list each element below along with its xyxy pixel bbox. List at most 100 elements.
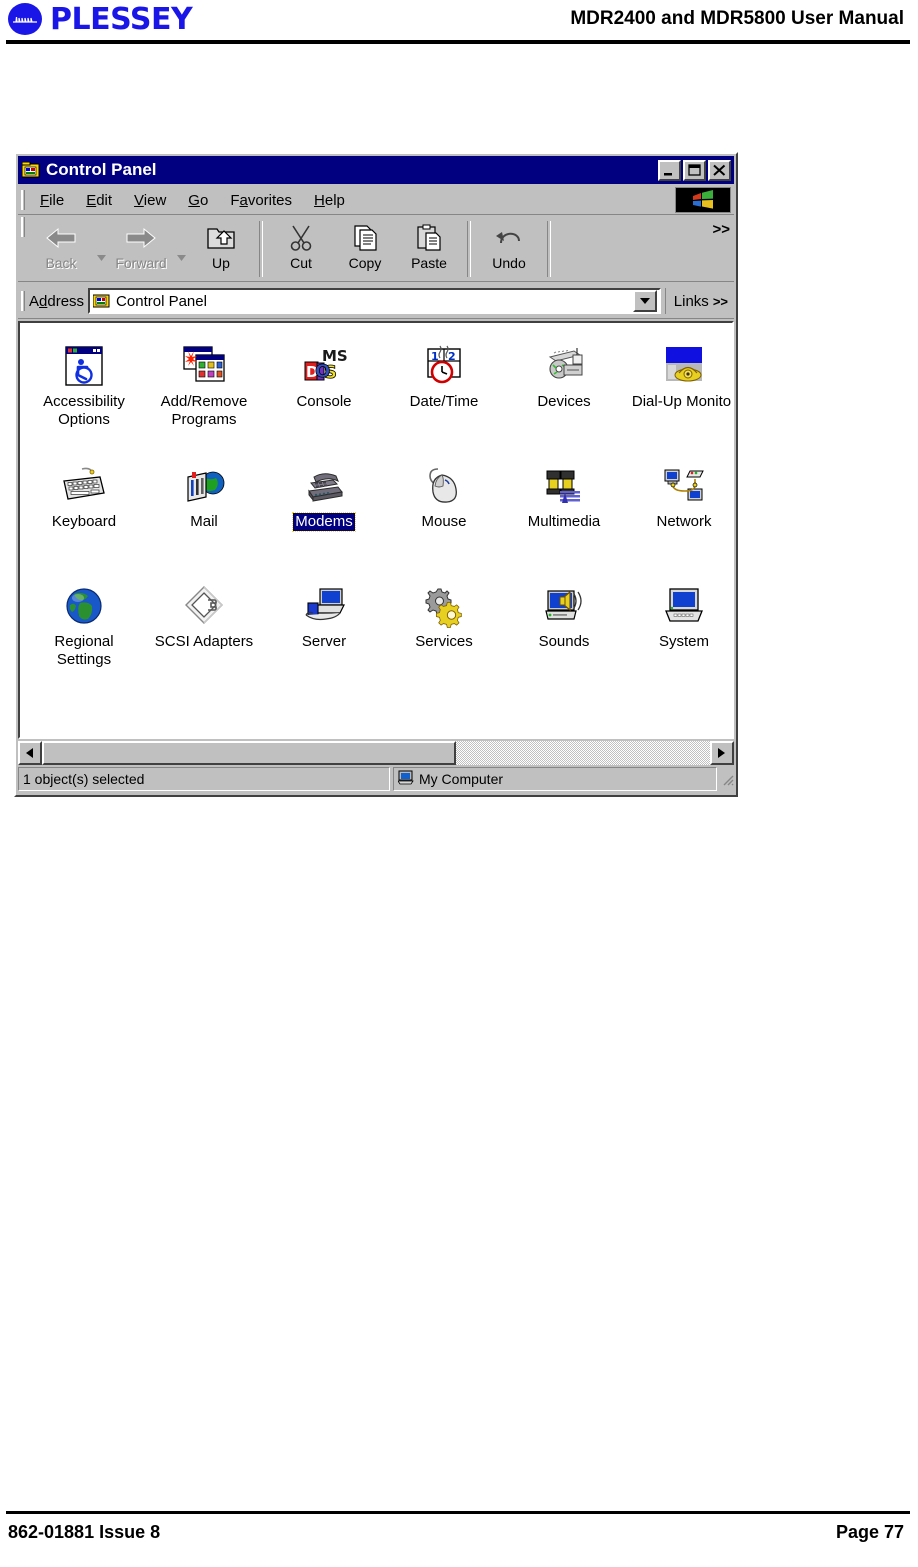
window-controls (658, 159, 731, 181)
cp-item-keyboard[interactable]: Keyboard (24, 451, 144, 571)
waveform-icon (13, 16, 37, 23)
links-section[interactable]: Links >> (664, 288, 734, 314)
cp-item-devices[interactable]: Devices (504, 331, 624, 451)
cp-item-services[interactable]: Services (384, 571, 504, 691)
cp-item-accessibility-options[interactable]: Accessibility Options (24, 331, 144, 451)
cp-item-network[interactable]: Network (624, 451, 732, 571)
date-time-icon: 1 2 (420, 337, 468, 389)
addressbar-grip[interactable] (21, 291, 25, 311)
cp-item-label: Sounds (538, 633, 590, 650)
status-bar: 1 object(s) selected My Computer (18, 767, 734, 791)
brand-name: PLESSEY (50, 2, 193, 37)
undo-button[interactable]: Undo (477, 217, 541, 281)
devices-icon (540, 337, 588, 389)
address-label: Address (29, 292, 85, 310)
cp-item-date-time[interactable]: 1 2 Date/Time (384, 331, 504, 451)
cp-item-dial-up-monitor[interactable]: Dial-Up Monitor (624, 331, 732, 451)
copy-label: Copy (348, 255, 382, 271)
svg-text:1: 1 (431, 350, 439, 363)
toolbar-separator-2 (467, 221, 471, 277)
mouse-icon (420, 457, 468, 509)
sounds-icon (540, 577, 588, 629)
close-button[interactable] (708, 159, 731, 181)
svg-text:2: 2 (448, 350, 456, 363)
footer-divider (6, 1511, 910, 1514)
cp-item-label: Date/Time (409, 393, 479, 410)
cp-item-console[interactable]: MS D S O Console (264, 331, 384, 451)
dial-up-monitor-icon (660, 337, 708, 389)
copy-button[interactable]: Copy (333, 217, 397, 281)
links-label: Links (673, 292, 709, 310)
horizontal-scrollbar[interactable] (18, 741, 734, 765)
toolbar-separator-3 (547, 221, 551, 277)
footer-page-number: Page 77 (835, 1522, 904, 1542)
cp-item-multimedia[interactable]: Multimedia (504, 451, 624, 571)
cp-item-add-remove-programs[interactable]: Add/Remove Programs (144, 331, 264, 451)
scsi-adapters-icon (180, 577, 228, 629)
cp-item-system[interactable]: System (624, 571, 732, 691)
cp-item-label: Console (296, 393, 352, 410)
toolbar-separator-1 (259, 221, 263, 277)
up-button[interactable]: Up (189, 217, 253, 281)
cp-item-mouse[interactable]: Mouse (384, 451, 504, 571)
my-computer-icon (397, 770, 414, 788)
undo-label: Undo (492, 255, 526, 271)
menubar-grip[interactable] (21, 190, 25, 210)
menu-bar: File Edit View Go Favorites Help (18, 186, 734, 215)
window-title: Control Panel (46, 160, 157, 179)
toolbar-overflow-chevron[interactable]: >> (712, 221, 730, 238)
minimize-button[interactable] (658, 159, 681, 181)
cut-button[interactable]: Cut (269, 217, 333, 281)
system-icon (660, 577, 708, 629)
modems-icon (300, 457, 348, 509)
back-dropdown[interactable] (93, 217, 109, 281)
forward-dropdown[interactable] (173, 217, 189, 281)
paste-label: Paste (411, 255, 447, 271)
maximize-button[interactable] (683, 159, 706, 181)
address-dropdown-button[interactable] (632, 290, 657, 312)
scrollbar-thumb[interactable] (42, 741, 457, 765)
control-panel-window: Control Panel File Edit View Go Favorite… (14, 152, 738, 797)
forward-label: Forward (115, 255, 167, 271)
add-remove-programs-icon (180, 337, 228, 389)
address-input[interactable]: Control Panel (88, 288, 661, 314)
menu-item-file[interactable]: File (29, 190, 75, 211)
address-bar: Address Control Panel Links >> (18, 284, 734, 319)
clipboard-icon (414, 222, 444, 254)
cp-item-label: Network (656, 513, 712, 530)
cp-item-sounds[interactable]: Sounds (504, 571, 624, 691)
mail-icon (180, 457, 228, 509)
cp-item-label: Services (415, 633, 473, 650)
svg-text:O: O (315, 361, 330, 382)
cp-item-scsi-adapters[interactable]: SCSI Adapters (144, 571, 264, 691)
toolbar-grip[interactable] (21, 217, 25, 237)
cp-item-modems[interactable]: Modems (264, 451, 384, 571)
menu-item-edit[interactable]: Edit (75, 190, 123, 211)
forward-button[interactable]: Forward (109, 217, 173, 281)
scrollbar-track[interactable] (42, 741, 710, 765)
status-selection: 1 object(s) selected (18, 767, 390, 791)
paste-button[interactable]: Paste (397, 217, 461, 281)
windows-logo-icon[interactable] (675, 187, 731, 213)
menu-item-favorites[interactable]: Favorites (219, 190, 303, 211)
menu-item-view[interactable]: View (123, 190, 177, 211)
menu-item-help[interactable]: Help (303, 190, 356, 211)
cp-item-label: SCSI Adapters (154, 633, 254, 650)
resize-grip[interactable] (720, 767, 734, 791)
header-divider (6, 40, 910, 44)
scroll-left-button[interactable] (18, 741, 42, 765)
cp-item-label: Accessibility Options (43, 393, 125, 428)
cp-item-mail[interactable]: Mail (144, 451, 264, 571)
back-button[interactable]: Back (29, 217, 93, 281)
toolbar: Back Forward Up Cut Copy Paste Undo >> (18, 217, 734, 282)
menu-item-go[interactable]: Go (177, 190, 219, 211)
page-header: PLESSEY MDR2400 and MDR5800 User Manual (0, 0, 918, 44)
links-chevron[interactable]: >> (713, 294, 728, 309)
scroll-right-button[interactable] (710, 741, 734, 765)
plessey-logo: PLESSEY (8, 2, 193, 37)
window-titlebar[interactable]: Control Panel (18, 156, 734, 184)
cp-item-regional-settings[interactable]: Regional Settings (24, 571, 144, 691)
cp-item-server[interactable]: Server (264, 571, 384, 691)
network-icon (660, 457, 708, 509)
address-value: Control Panel (116, 292, 207, 310)
